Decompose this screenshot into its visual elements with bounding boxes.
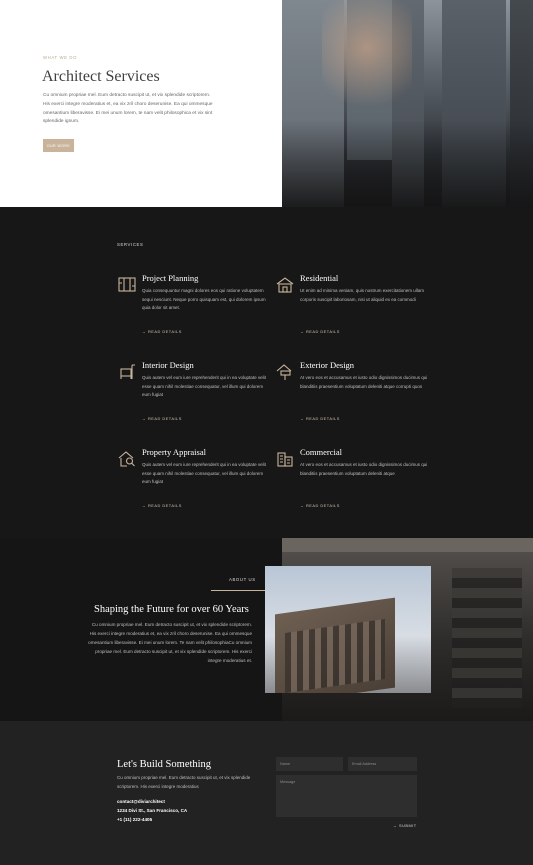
service-commercial: Commercial At vero eos et accusamus et i…: [275, 447, 428, 508]
service-title: Residential: [300, 273, 339, 283]
service-body: At vero eos et accusamus et iusto odio d…: [300, 375, 428, 389]
house-icon: [276, 277, 294, 293]
service-project-planning: Project Planning Quia consequuntur magni…: [117, 273, 267, 334]
service-interior-design: Interior Design Quis autem vel eum iure …: [117, 360, 267, 421]
hero-text-panel: WHAT WE DO Architect Services Cu omnium …: [0, 0, 282, 207]
services-label: SERVICES: [117, 242, 144, 247]
floorplan-icon: [118, 277, 136, 292]
read-details-link[interactable]: → READ DETAILS: [300, 416, 340, 421]
hero-body: Cu omnium propriae mel. Eum detracto sus…: [43, 93, 213, 125]
contact-section: Let's Build Something Cu omnium propriae…: [0, 721, 533, 865]
commercial-building-icon: [277, 452, 293, 467]
house-search-icon: [118, 451, 135, 467]
service-exterior-design: Exterior Design At vero eos et accusamus…: [275, 360, 428, 421]
service-title: Project Planning: [142, 273, 199, 283]
contact-phone: +1 (11) 222-4405: [117, 817, 153, 822]
read-details-link[interactable]: → READ DETAILS: [142, 416, 182, 421]
hero-title: Architect Services: [42, 68, 160, 85]
service-title: Commercial: [300, 447, 343, 457]
hero-section: WHAT WE DO Architect Services Cu omnium …: [0, 0, 533, 207]
contact-body: Cu omnium propriae mel. Eum detracto sus…: [117, 775, 251, 789]
service-body: Quis autem vel eum iure reprehenderit qu…: [142, 375, 266, 398]
service-title: Exterior Design: [300, 360, 355, 370]
about-label-rule: [211, 590, 265, 591]
read-details-link[interactable]: → READ DETAILS: [300, 329, 340, 334]
our-work-button[interactable]: OUR WORK: [43, 139, 74, 152]
contact-title: Let's Build Something: [117, 759, 212, 770]
hero-skyscraper-image: [282, 0, 533, 207]
service-body: Quis autem vel eum iure reprehenderit qu…: [142, 462, 266, 485]
service-body: At vero eos et accusamus et iusto odio d…: [300, 462, 428, 476]
service-body: Ut enim ad minima veniam, quis nostrum e…: [300, 288, 425, 302]
email-field[interactable]: Email Address: [348, 757, 417, 771]
building-photo: [265, 566, 431, 693]
service-property-appraisal: Property Appraisal Quis autem vel eum iu…: [117, 447, 267, 508]
name-field[interactable]: Name: [276, 757, 343, 771]
about-label: ABOUT US: [229, 577, 256, 582]
about-title: Shaping the Future for over 60 Years: [94, 604, 249, 615]
email-placeholder: Email Address: [352, 762, 377, 766]
service-title: Interior Design: [142, 360, 194, 370]
hero-eyebrow: WHAT WE DO: [43, 55, 78, 60]
contact-email: contact@diviarchitect: [117, 799, 165, 804]
contact-address: 1234 Divi St., San Francisco, CA: [117, 808, 188, 813]
read-details-link[interactable]: → READ DETAILS: [300, 503, 340, 508]
about-section: ABOUT US Shaping the Future for over 60 …: [0, 538, 533, 721]
our-work-button-label: OUR WORK: [46, 143, 71, 148]
read-details-link[interactable]: → READ DETAILS: [142, 503, 182, 508]
message-placeholder: Message: [280, 780, 296, 784]
read-details-link[interactable]: → READ DETAILS: [142, 329, 182, 334]
service-title: Property Appraisal: [142, 447, 206, 457]
chair-icon: [120, 364, 135, 379]
service-body: Quia consequuntur magni dolores eos qui …: [142, 288, 266, 311]
message-field[interactable]: Message: [276, 775, 417, 817]
services-section: SERVICES Project Planning Quia consequun…: [0, 207, 533, 538]
name-placeholder: Name: [280, 762, 291, 766]
service-residential: Residential Ut enim ad minima veniam, qu…: [275, 273, 425, 334]
submit-button[interactable]: → SUBMIT: [393, 823, 417, 828]
paint-roller-icon: [276, 364, 292, 380]
about-body: Cu omnium propriae mel. Eum detracto sus…: [88, 622, 252, 663]
